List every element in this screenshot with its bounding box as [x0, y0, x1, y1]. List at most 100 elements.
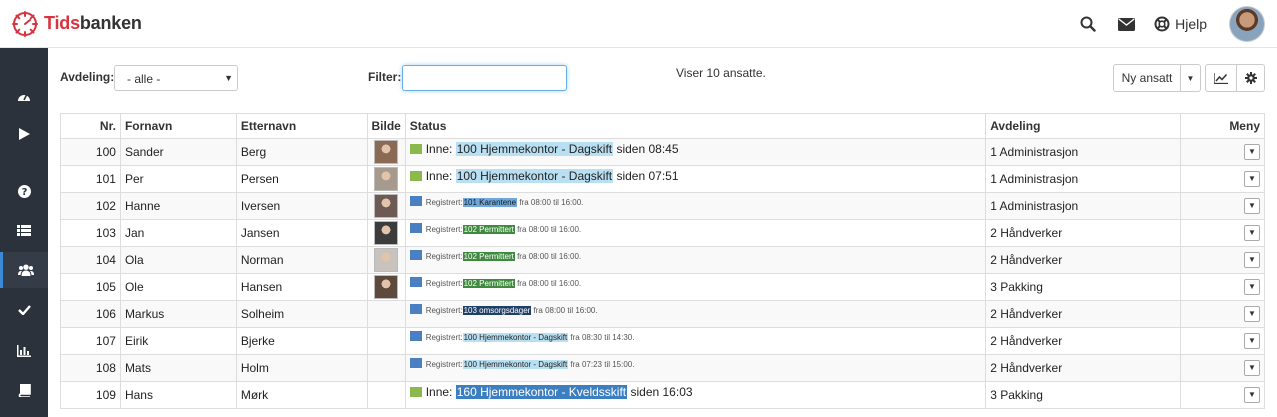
status-suffix: fra 08:00 til 16:00.: [517, 279, 582, 288]
employee-photo[interactable]: [374, 167, 399, 191]
employee-photo[interactable]: [374, 221, 399, 245]
status-suffix: fra 07:23 til 15:00.: [570, 360, 635, 369]
help-link[interactable]: Hjelp: [1154, 16, 1207, 32]
status-suffix: fra 08:00 til 16:00.: [519, 198, 584, 207]
table-row[interactable]: 100 Sander Berg Inne: 100 Hjemmekontor - Da…: [60, 138, 1265, 166]
status-text: Inne: 100 Hjemmekontor - Dagskift siden …: [409, 142, 679, 156]
cell-menu: ▼: [1180, 246, 1265, 274]
row-menu-button[interactable]: ▼: [1244, 387, 1260, 403]
sidebar-item-list[interactable]: [0, 212, 48, 248]
status-text: Inne: 100 Hjemmekontor - Dagskift siden …: [409, 169, 679, 183]
row-menu-button[interactable]: ▼: [1244, 225, 1260, 241]
status-prefix: Registrert:: [425, 333, 463, 342]
col-header-nr[interactable]: Nr.: [60, 113, 121, 139]
table-row[interactable]: 103 Jan Jansen Registrert:102 Permittert fr…: [60, 219, 1265, 247]
cell-menu: ▼: [1180, 219, 1265, 247]
col-header-status[interactable]: Status: [404, 113, 987, 139]
search-icon[interactable]: [1078, 14, 1098, 34]
cell-nr: 105: [60, 273, 121, 301]
row-menu-button[interactable]: ▼: [1244, 333, 1260, 349]
caret-down-icon: ▼: [1248, 201, 1256, 210]
cell-photo: [366, 165, 406, 193]
brand-name: Tidsbanken: [44, 13, 142, 33]
table-row[interactable]: 107 Eirik Bjerke Registrert:100 Hjemmekonto…: [60, 327, 1265, 355]
row-menu-button[interactable]: ▼: [1244, 198, 1260, 214]
table-row[interactable]: 106 Markus Solheim Registrert:103 omsorgsda…: [60, 300, 1265, 328]
employee-photo[interactable]: [374, 194, 399, 218]
caret-down-icon: ▼: [1248, 174, 1256, 183]
row-menu-button[interactable]: ▼: [1244, 279, 1260, 295]
status-code-badge: 160 Hjemmekontor - Kveldsskift: [455, 385, 628, 399]
caret-down-icon: ▼: [1248, 336, 1256, 345]
cell-nr: 102: [60, 192, 121, 220]
cell-photo: [366, 246, 406, 274]
cell-nr: 103: [60, 219, 121, 247]
cell-photo: [366, 138, 406, 166]
envelope-icon[interactable]: [1116, 14, 1136, 34]
cell-status: Registrert:101 Karantene fra 08:00 til 1…: [404, 192, 987, 220]
employee-photo[interactable]: [374, 275, 399, 299]
table-row[interactable]: 102 Hanne Iversen Registrert:101 Karantene …: [60, 192, 1265, 220]
table-row[interactable]: 105 Ole Hansen Registrert:102 Permittert fr…: [60, 273, 1265, 301]
status-suffix: fra 08:00 til 16:00.: [517, 225, 582, 234]
settings-button[interactable]: [1236, 65, 1264, 91]
col-header-lastname[interactable]: Etternavn: [235, 113, 368, 139]
row-menu-button[interactable]: ▼: [1244, 360, 1260, 376]
cell-department: 2 Håndverker: [985, 219, 1182, 247]
status-suffix: fra 08:30 til 14:30.: [570, 333, 635, 342]
sidebar-item-dashboard[interactable]: [0, 78, 48, 114]
new-employee-group: Ny ansatt ▼: [1113, 64, 1201, 92]
table-row[interactable]: 109 Hans Mørk Inne: 160 Hjemmekontor - Kvel…: [60, 381, 1265, 409]
department-select-value: - alle -: [127, 72, 161, 86]
status-text: Registrert:102 Permittert fra 08:00 til …: [409, 277, 582, 288]
caret-down-icon: ▼: [1186, 73, 1195, 83]
sidebar-item-approve[interactable]: [0, 292, 48, 328]
cell-menu: ▼: [1180, 381, 1265, 409]
user-avatar[interactable]: [1229, 6, 1265, 42]
cell-firstname: Hanne: [119, 192, 237, 220]
row-menu-button[interactable]: ▼: [1244, 171, 1260, 187]
status-indicator: [409, 304, 422, 314]
table-row[interactable]: 108 Mats Holm Registrert:100 Hjemmekontor -…: [60, 354, 1265, 382]
table-row[interactable]: 104 Ola Norman Registrert:102 Permittert fr…: [60, 246, 1265, 274]
cell-department: 2 Håndverker: [985, 327, 1182, 355]
table-row[interactable]: 101 Per Persen Inne: 100 Hjemmekontor - Dag…: [60, 165, 1265, 193]
row-menu-button[interactable]: ▼: [1244, 144, 1260, 160]
cell-department: 2 Håndverker: [985, 300, 1182, 328]
sidebar-item-reports[interactable]: [0, 333, 48, 369]
status-indicator: [409, 331, 422, 341]
cell-photo: [366, 381, 406, 409]
row-menu-button[interactable]: ▼: [1244, 306, 1260, 322]
cell-photo: [366, 300, 406, 328]
cell-nr: 108: [60, 354, 121, 382]
col-header-firstname[interactable]: Fornavn: [119, 113, 237, 139]
table-header-row: Nr. Fornavn Etternavn Bilde Status Avdel…: [60, 113, 1265, 139]
dashboard-icon: [18, 93, 30, 101]
new-employee-button[interactable]: Ny ansatt: [1114, 65, 1180, 91]
status-code-badge: 103 omsorgsdager: [462, 306, 532, 315]
employee-photo[interactable]: [374, 248, 399, 272]
cell-nr: 106: [60, 300, 121, 328]
logo[interactable]: Tidsbanken: [12, 10, 142, 37]
employee-photo[interactable]: [374, 140, 399, 164]
col-header-department[interactable]: Avdeling: [985, 113, 1182, 139]
chart-button[interactable]: [1206, 65, 1236, 91]
sidebar-item-help[interactable]: ?: [0, 173, 48, 209]
row-menu-button[interactable]: ▼: [1244, 252, 1260, 268]
sidebar-item-play[interactable]: [0, 116, 48, 152]
sidebar-item-employees[interactable]: [0, 252, 48, 288]
filter-input[interactable]: [402, 65, 567, 91]
cell-firstname: Eirik: [119, 327, 237, 355]
department-select[interactable]: - alle - ▼: [114, 65, 238, 91]
cell-department: 1 Administrasjon: [985, 138, 1182, 166]
cell-status: Registrert:102 Permittert fra 08:00 til …: [404, 246, 987, 274]
new-employee-dropdown[interactable]: ▼: [1180, 65, 1200, 91]
lifebuoy-icon: [1154, 16, 1170, 32]
clock-logo-icon: [12, 10, 38, 37]
cell-nr: 109: [60, 381, 121, 409]
cell-firstname: Jan: [119, 219, 237, 247]
caret-down-icon: ▼: [1248, 390, 1256, 399]
sidebar-item-book[interactable]: [0, 372, 48, 408]
caret-down-icon: ▼: [1248, 282, 1256, 291]
cell-firstname: Ola: [119, 246, 237, 274]
